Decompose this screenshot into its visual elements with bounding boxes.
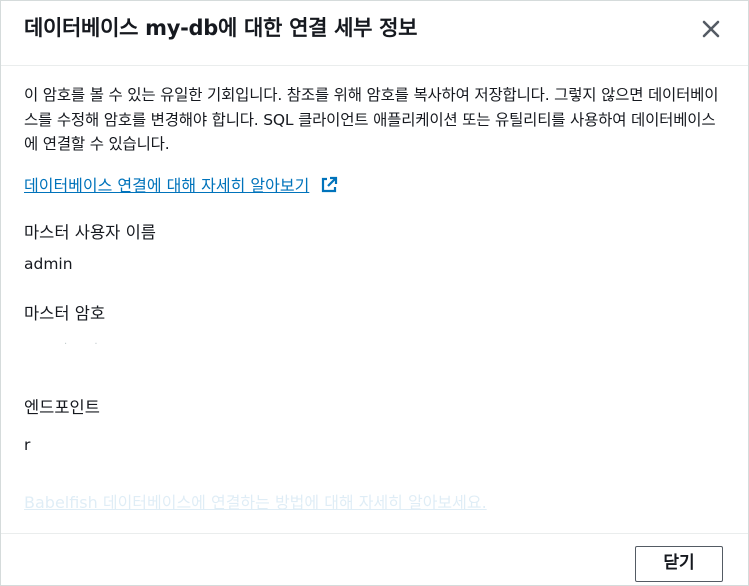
modal-body: 이 암호를 볼 수 있는 유일한 기회입니다. 참조를 위해 암호를 복사하여 … <box>24 83 724 512</box>
master-password-label: 마스터 암호 <box>24 304 106 323</box>
modal-title: 데이터베이스 my-db에 대한 연결 세부 정보 <box>24 16 418 40</box>
endpoint-label: 엔드포인트 <box>24 398 100 417</box>
modal-header: 데이터베이스 my-db에 대한 연결 세부 정보 <box>1 1 748 66</box>
babelfish-link[interactable]: Babelfish 데이터베이스에 연결하는 방법에 대해 자세히 알아보세요. <box>24 489 487 513</box>
modal-footer: 닫기 <box>1 533 748 585</box>
close-icon <box>702 20 720 38</box>
master-username-value: admin <box>24 255 73 273</box>
learn-more-row: 데이터베이스 연결에 대해 자세히 알아보기 <box>24 172 338 196</box>
connection-details-modal: 데이터베이스 my-db에 대한 연결 세부 정보 이 암호를 볼 수 있는 유… <box>0 0 749 586</box>
master-password-value: · · <box>64 339 110 350</box>
close-footer-button[interactable]: 닫기 <box>635 546 723 582</box>
master-username-label: 마스터 사용자 이름 <box>24 223 156 242</box>
endpoint-value: r <box>24 436 31 454</box>
password-notice: 이 암호를 볼 수 있는 유일한 기회입니다. 참조를 위해 암호를 복사하여 … <box>24 86 719 153</box>
external-link-icon[interactable] <box>320 176 338 194</box>
close-button[interactable] <box>696 14 726 44</box>
learn-more-link[interactable]: 데이터베이스 연결에 대해 자세히 알아보기 <box>24 176 309 195</box>
